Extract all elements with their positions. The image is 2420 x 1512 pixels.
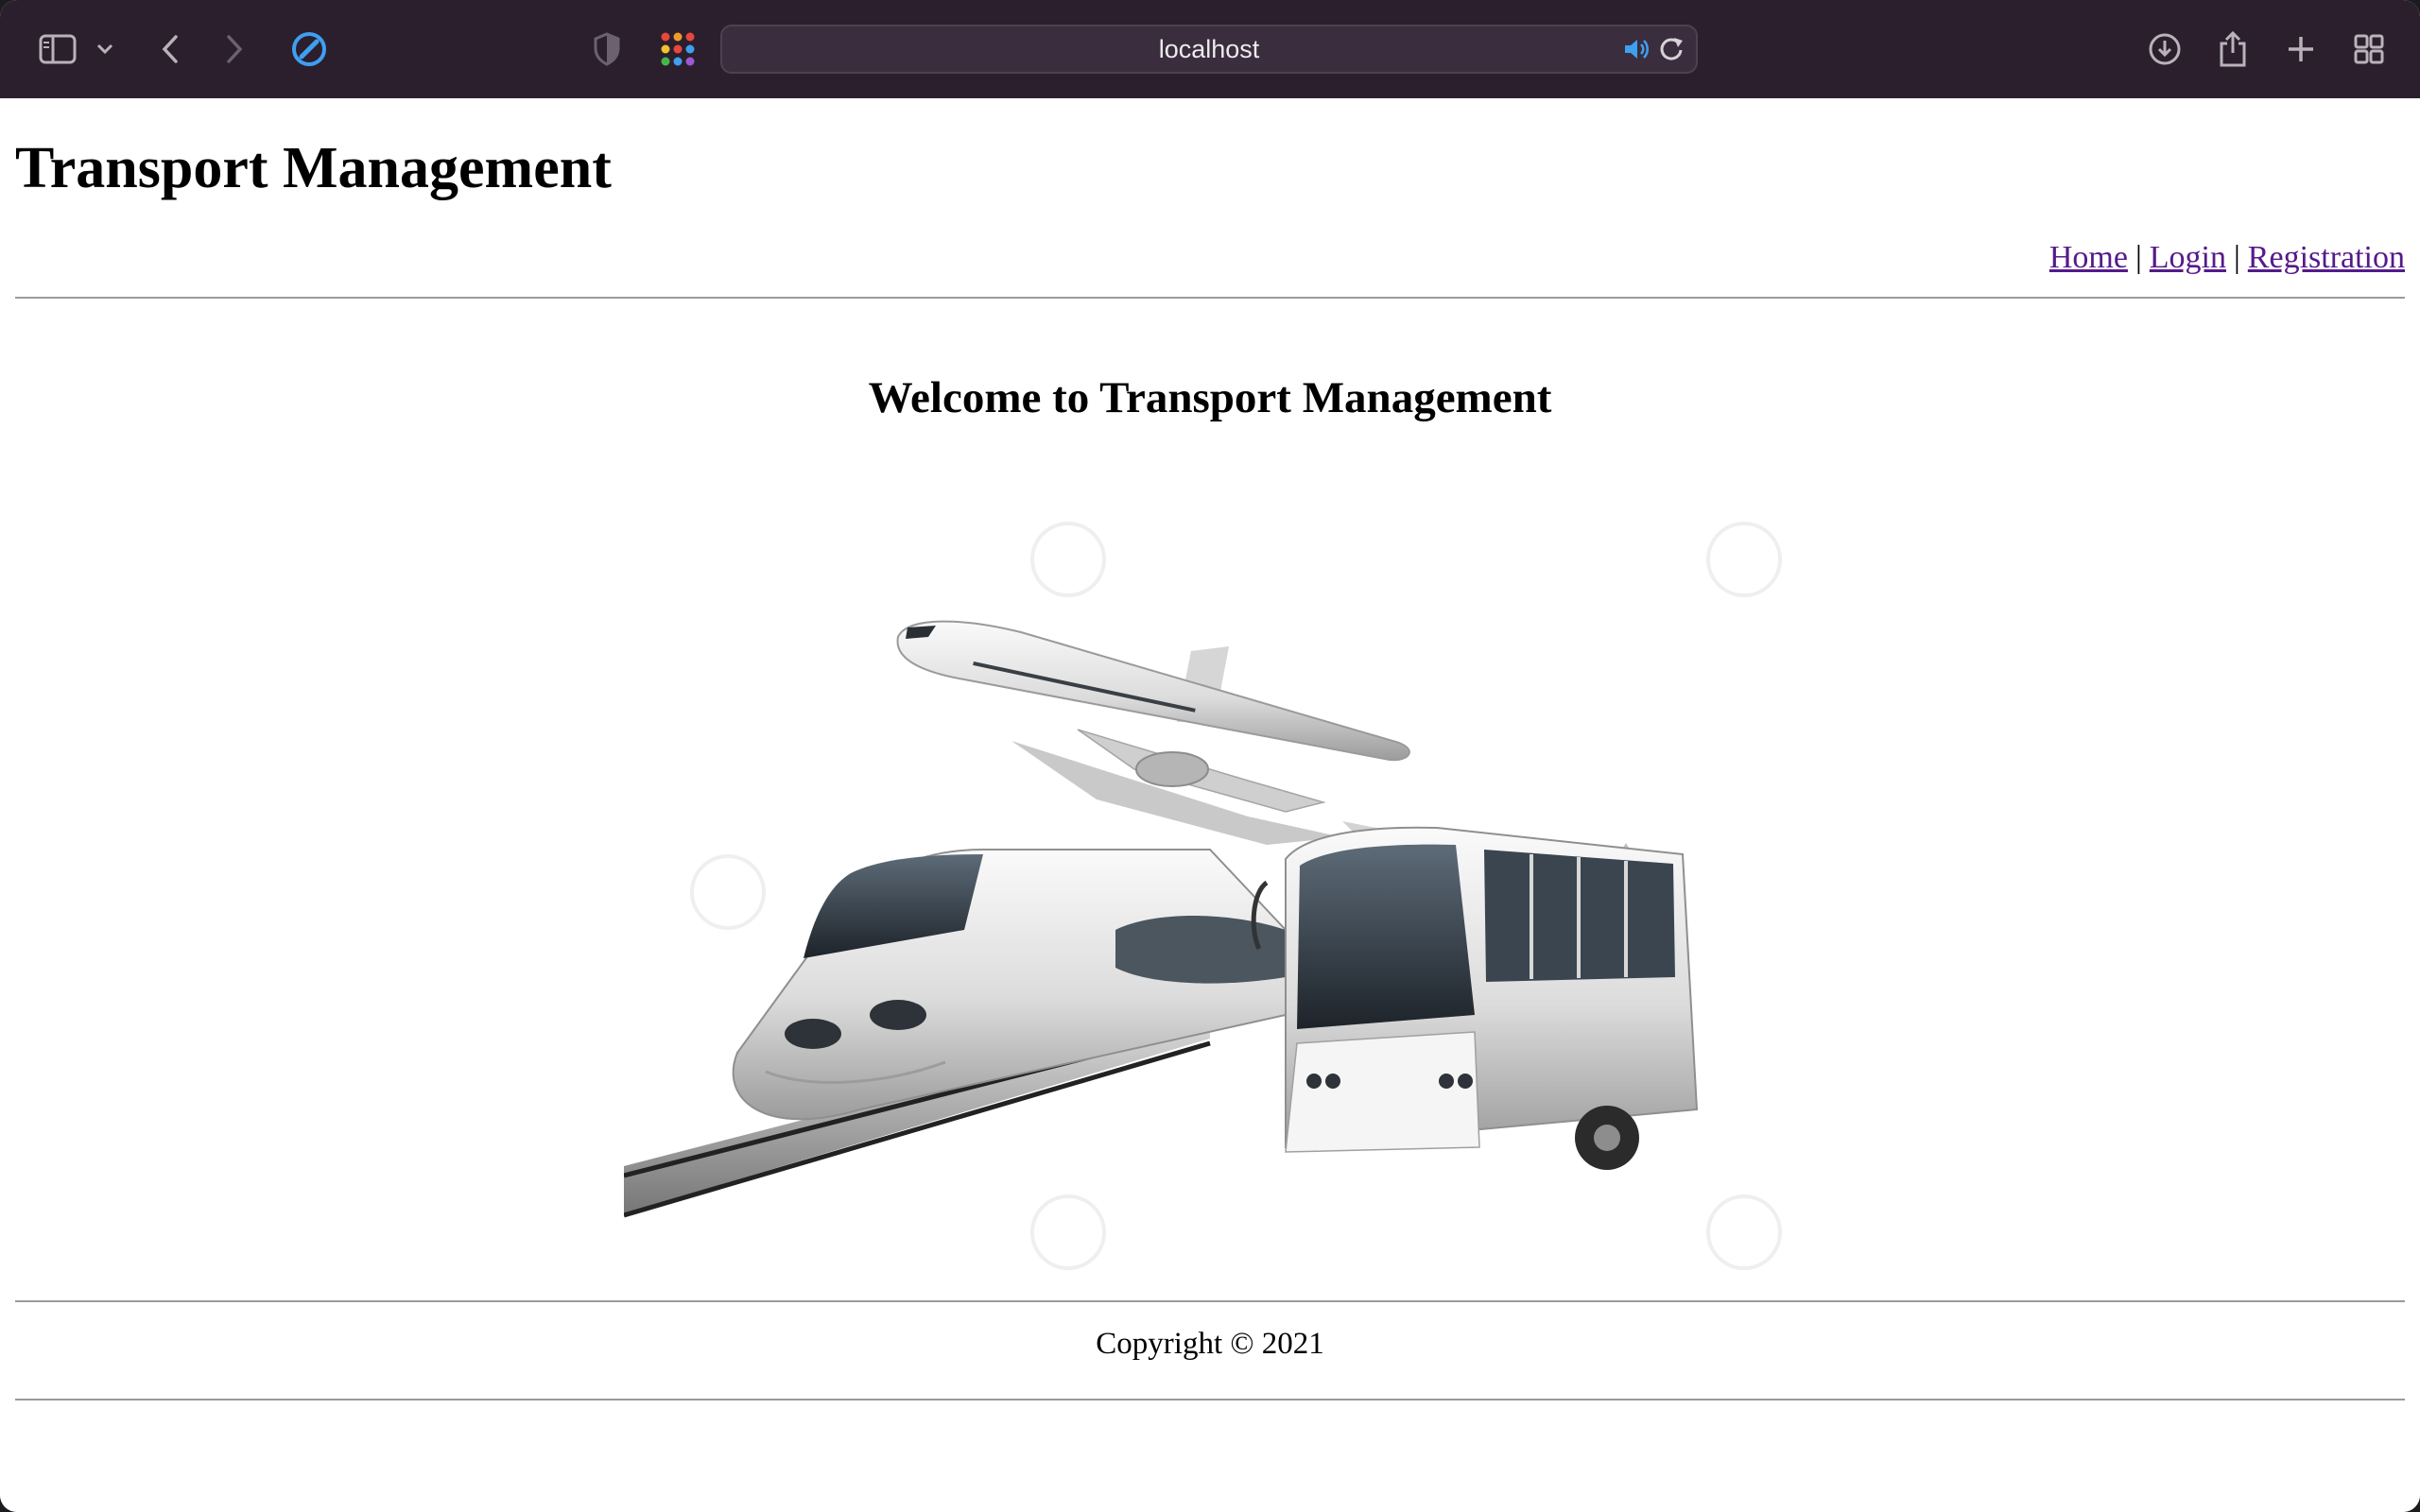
shield-icon[interactable] [590, 21, 624, 77]
sidebar-icon[interactable] [34, 21, 81, 77]
address-url: localhost [1158, 35, 1260, 63]
chevron-down-icon[interactable] [91, 21, 119, 77]
bus-illustration [1251, 826, 1699, 1170]
welcome-heading: Welcome to Transport Management [868, 373, 1552, 422]
site-title: Transport Management [15, 136, 612, 200]
plus-icon[interactable] [2282, 21, 2320, 77]
nav-separator: | [2233, 240, 2240, 275]
tab-overview-icon[interactable] [2350, 21, 2388, 77]
footer-divider-top [15, 1300, 2405, 1302]
footer-divider-bottom [15, 1399, 2405, 1400]
nav-link-login[interactable]: Login [2150, 240, 2226, 275]
browser-toolbar: localhost [0, 0, 2420, 99]
share-icon[interactable] [2214, 21, 2252, 77]
speaker-icon[interactable] [1622, 36, 1651, 67]
reload-icon[interactable] [1658, 36, 1685, 67]
nav-link-home[interactable]: Home [2049, 240, 2128, 275]
browser-window: localhost Transport Management Home | Logi… [0, 0, 2420, 1512]
chevron-left-icon[interactable] [151, 21, 189, 77]
header-divider [15, 297, 2405, 299]
transport-hero-image [624, 522, 1782, 1270]
download-icon[interactable] [2146, 21, 2184, 77]
compass-icon[interactable] [287, 21, 331, 77]
chevron-right-icon[interactable] [216, 21, 253, 77]
page-content: Transport Management Home | Login | Registra… [0, 98, 2420, 1512]
top-nav: Home | Login | Registration [2049, 242, 2405, 274]
address-bar[interactable]: localhost [720, 25, 1698, 74]
nav-link-registration[interactable]: Registration [2248, 240, 2405, 275]
grid-dots-icon[interactable] [658, 21, 698, 77]
nav-separator: | [2135, 240, 2142, 275]
copyright-text: Copyright © 2021 [1096, 1327, 1324, 1361]
